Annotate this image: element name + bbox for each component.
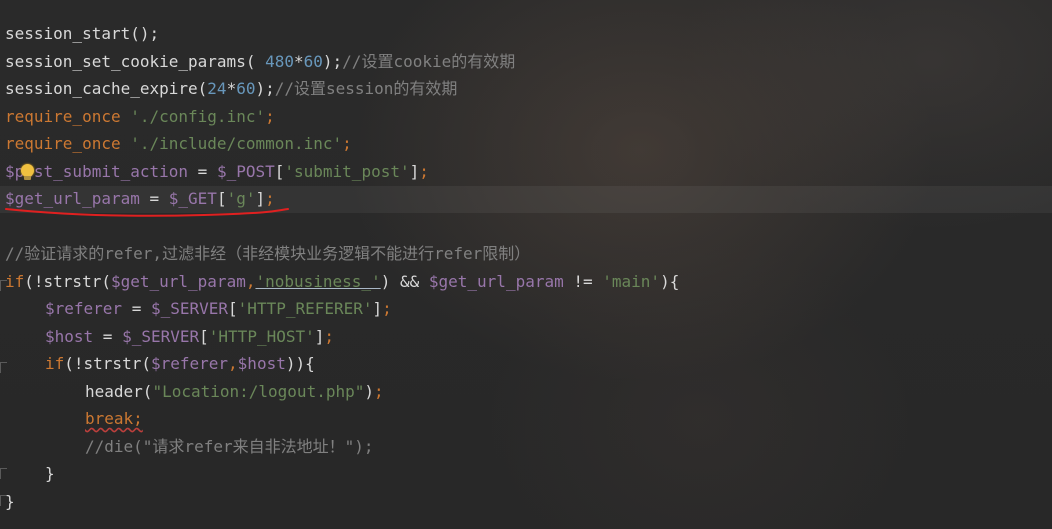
code-token: ;: [374, 381, 384, 401]
code-token: $get_url_param: [5, 189, 140, 208]
code-line[interactable]: if(!strstr($referer,$host)){: [5, 350, 679, 378]
code-token: $get_url_param: [110, 271, 246, 291]
code-token: //设置session的有效期: [274, 79, 458, 98]
code-line[interactable]: //验证请求的refer,过滤非经（非经模块业务逻辑不能进行refer限制）: [5, 240, 679, 268]
code-token: }: [5, 491, 15, 511]
code-token: )){: [285, 354, 315, 373]
code-token: ;: [324, 326, 335, 346]
code-token: $host: [45, 326, 94, 346]
code-token: ]: [255, 189, 266, 208]
code-area[interactable]: session_start(); session_set_cookie_param…: [5, 20, 679, 515]
code-line[interactable]: break;: [5, 405, 679, 433]
code-line[interactable]: $referer = $_SERVER['HTTP_REFERER'];: [5, 295, 679, 323]
code-token: 'main': [602, 271, 661, 291]
code-token: $referer: [45, 299, 123, 318]
code-token: !=: [563, 271, 603, 291]
code-token: [: [274, 161, 285, 181]
code-token: require_once: [5, 106, 131, 126]
code-token: [: [228, 299, 238, 318]
code-token: session_set_cookie_params(: [5, 51, 266, 71]
code-token: ]: [409, 161, 420, 181]
code-token: ;: [265, 106, 275, 126]
code-token: $referer: [150, 354, 229, 373]
code-line[interactable]: $host = $_SERVER['HTTP_HOST'];: [5, 323, 679, 351]
code-token: $_SERVER: [122, 326, 200, 346]
code-token: ]: [372, 299, 383, 318]
code-token: ;: [382, 299, 392, 318]
code-token: (!strstr(: [24, 271, 111, 291]
code-token: 'HTTP_REFERER': [237, 299, 373, 318]
code-token: ;: [265, 189, 275, 208]
code-line[interactable]: }: [5, 460, 679, 488]
code-line[interactable]: session_start();: [5, 20, 679, 48]
code-token: ): [364, 381, 374, 401]
code-line[interactable]: }: [5, 488, 679, 516]
code-token: );: [322, 51, 343, 71]
code-token: *: [294, 51, 304, 71]
code-token: 'g': [226, 189, 256, 208]
code-token: './include/common.inc': [130, 134, 343, 153]
code-token: './config.inc': [130, 106, 266, 126]
code-token: 'HTTP_HOST': [208, 326, 315, 346]
code-token: if: [5, 271, 25, 291]
code-token: (!strstr(: [64, 354, 151, 373]
code-token: break;: [85, 409, 143, 428]
code-token: ) &&: [380, 271, 429, 291]
code-line[interactable]: session_set_cookie_params( 480*60);//设置c…: [5, 48, 679, 76]
code-token: 60: [303, 51, 323, 71]
code-token: 480: [265, 51, 294, 71]
code-token: ;: [419, 161, 429, 181]
code-line[interactable]: [5, 213, 679, 241]
code-token: require_once: [5, 134, 131, 153]
code-line[interactable]: $post_submit_action = $_POST['submit_pos…: [5, 158, 679, 186]
code-line[interactable]: if(!strstr($get_url_param,'nobusiness_')…: [5, 268, 679, 296]
code-token: ;: [342, 134, 352, 153]
code-line[interactable]: require_once './include/common.inc';: [5, 130, 679, 158]
code-token: *: [226, 79, 237, 98]
code-token: =: [122, 299, 151, 318]
code-token: =: [93, 326, 123, 346]
code-token: 60: [236, 79, 256, 98]
code-line[interactable]: require_once './config.inc';: [5, 103, 679, 131]
code-token: );: [255, 79, 275, 98]
code-token: $host: [237, 354, 286, 373]
code-token: //设置cookie的有效期: [342, 51, 516, 71]
code-token: }: [45, 464, 55, 483]
code-token: ,: [228, 354, 238, 373]
code-token: session_start();: [5, 24, 160, 43]
code-token: //验证请求的refer,过滤非经（非经模块业务逻辑不能进行refer限制）: [5, 244, 531, 263]
code-token: 'submit_post': [284, 161, 410, 181]
code-token: [: [199, 326, 209, 346]
code-token: session_cache_expire(: [5, 79, 208, 98]
code-token: header(: [85, 381, 153, 401]
code-token: $_POST: [216, 161, 275, 181]
code-token: $get_url_param: [428, 271, 564, 291]
code-token: $_GET: [168, 189, 217, 208]
code-token: [: [216, 189, 227, 208]
code-token: ]: [314, 326, 325, 346]
code-token: if: [45, 354, 65, 373]
code-editor[interactable]: session_start(); session_set_cookie_param…: [0, 0, 1052, 529]
code-token: $_SERVER: [150, 299, 229, 318]
code-token: =: [139, 189, 169, 208]
lightbulb-icon[interactable]: [21, 163, 34, 180]
code-token: =: [188, 161, 217, 181]
code-line[interactable]: $get_url_param = $_GET['g'];: [5, 185, 679, 213]
code-token: 'nobusiness_': [255, 271, 381, 291]
code-token: //die("请求refer来自非法地址！");: [85, 436, 374, 456]
code-token: ){: [660, 271, 680, 291]
code-line[interactable]: //die("请求refer来自非法地址！");: [5, 433, 679, 461]
code-line[interactable]: header("Location:/logout.php");: [5, 378, 679, 406]
code-line[interactable]: session_cache_expire(24*60);//设置session的…: [5, 75, 679, 103]
code-token: "Location:/logout.php": [152, 381, 365, 401]
code-token: 24: [207, 79, 227, 98]
